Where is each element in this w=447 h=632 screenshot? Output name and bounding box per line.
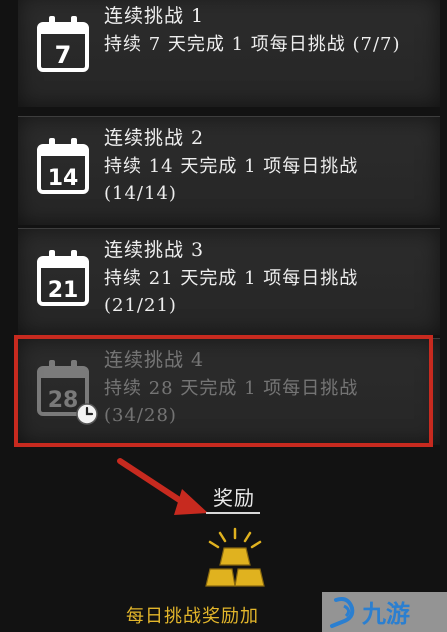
calendar-icon: 21 <box>37 250 89 306</box>
reward-name: 每日挑战奖励加 <box>126 606 259 627</box>
challenge-description: 持续 7 天完成 1 项每日挑战 (7/7) <box>104 34 401 55</box>
calendar-day: 14 <box>48 166 79 191</box>
challenge-description: 持续 21 天完成 1 项每日挑战 (21/21) <box>104 268 359 316</box>
challenge-title: 连续挑战 1 <box>104 5 205 27</box>
challenge-row-2[interactable]: 14 连续挑战 2 持续 14 天完成 1 项每日挑战 (14/14) <box>18 116 440 225</box>
challenge-title: 连续挑战 2 <box>104 127 205 149</box>
reward-label: 奖励 <box>213 486 255 510</box>
calendar-icon: 7 <box>37 16 89 72</box>
highlight-frame <box>14 335 433 447</box>
challenge-description: 持续 14 天完成 1 项每日挑战 (14/14) <box>104 156 359 204</box>
watermark-text: 九游 <box>361 600 410 628</box>
calendar-day: 7 <box>55 41 72 69</box>
challenge-title: 连续挑战 3 <box>104 239 205 261</box>
watermark-logo: 九游 <box>322 592 447 632</box>
calendar-day: 21 <box>48 278 79 303</box>
challenge-row-3[interactable]: 21 连续挑战 3 持续 21 天完成 1 项每日挑战 (21/21) <box>18 228 440 335</box>
gold-bars-icon[interactable] <box>200 527 270 597</box>
challenge-row-1[interactable]: 7 连续挑战 1 持续 7 天完成 1 项每日挑战 (7/7) <box>18 0 440 107</box>
reward-underline <box>206 512 260 514</box>
calendar-icon: 14 <box>37 138 89 194</box>
